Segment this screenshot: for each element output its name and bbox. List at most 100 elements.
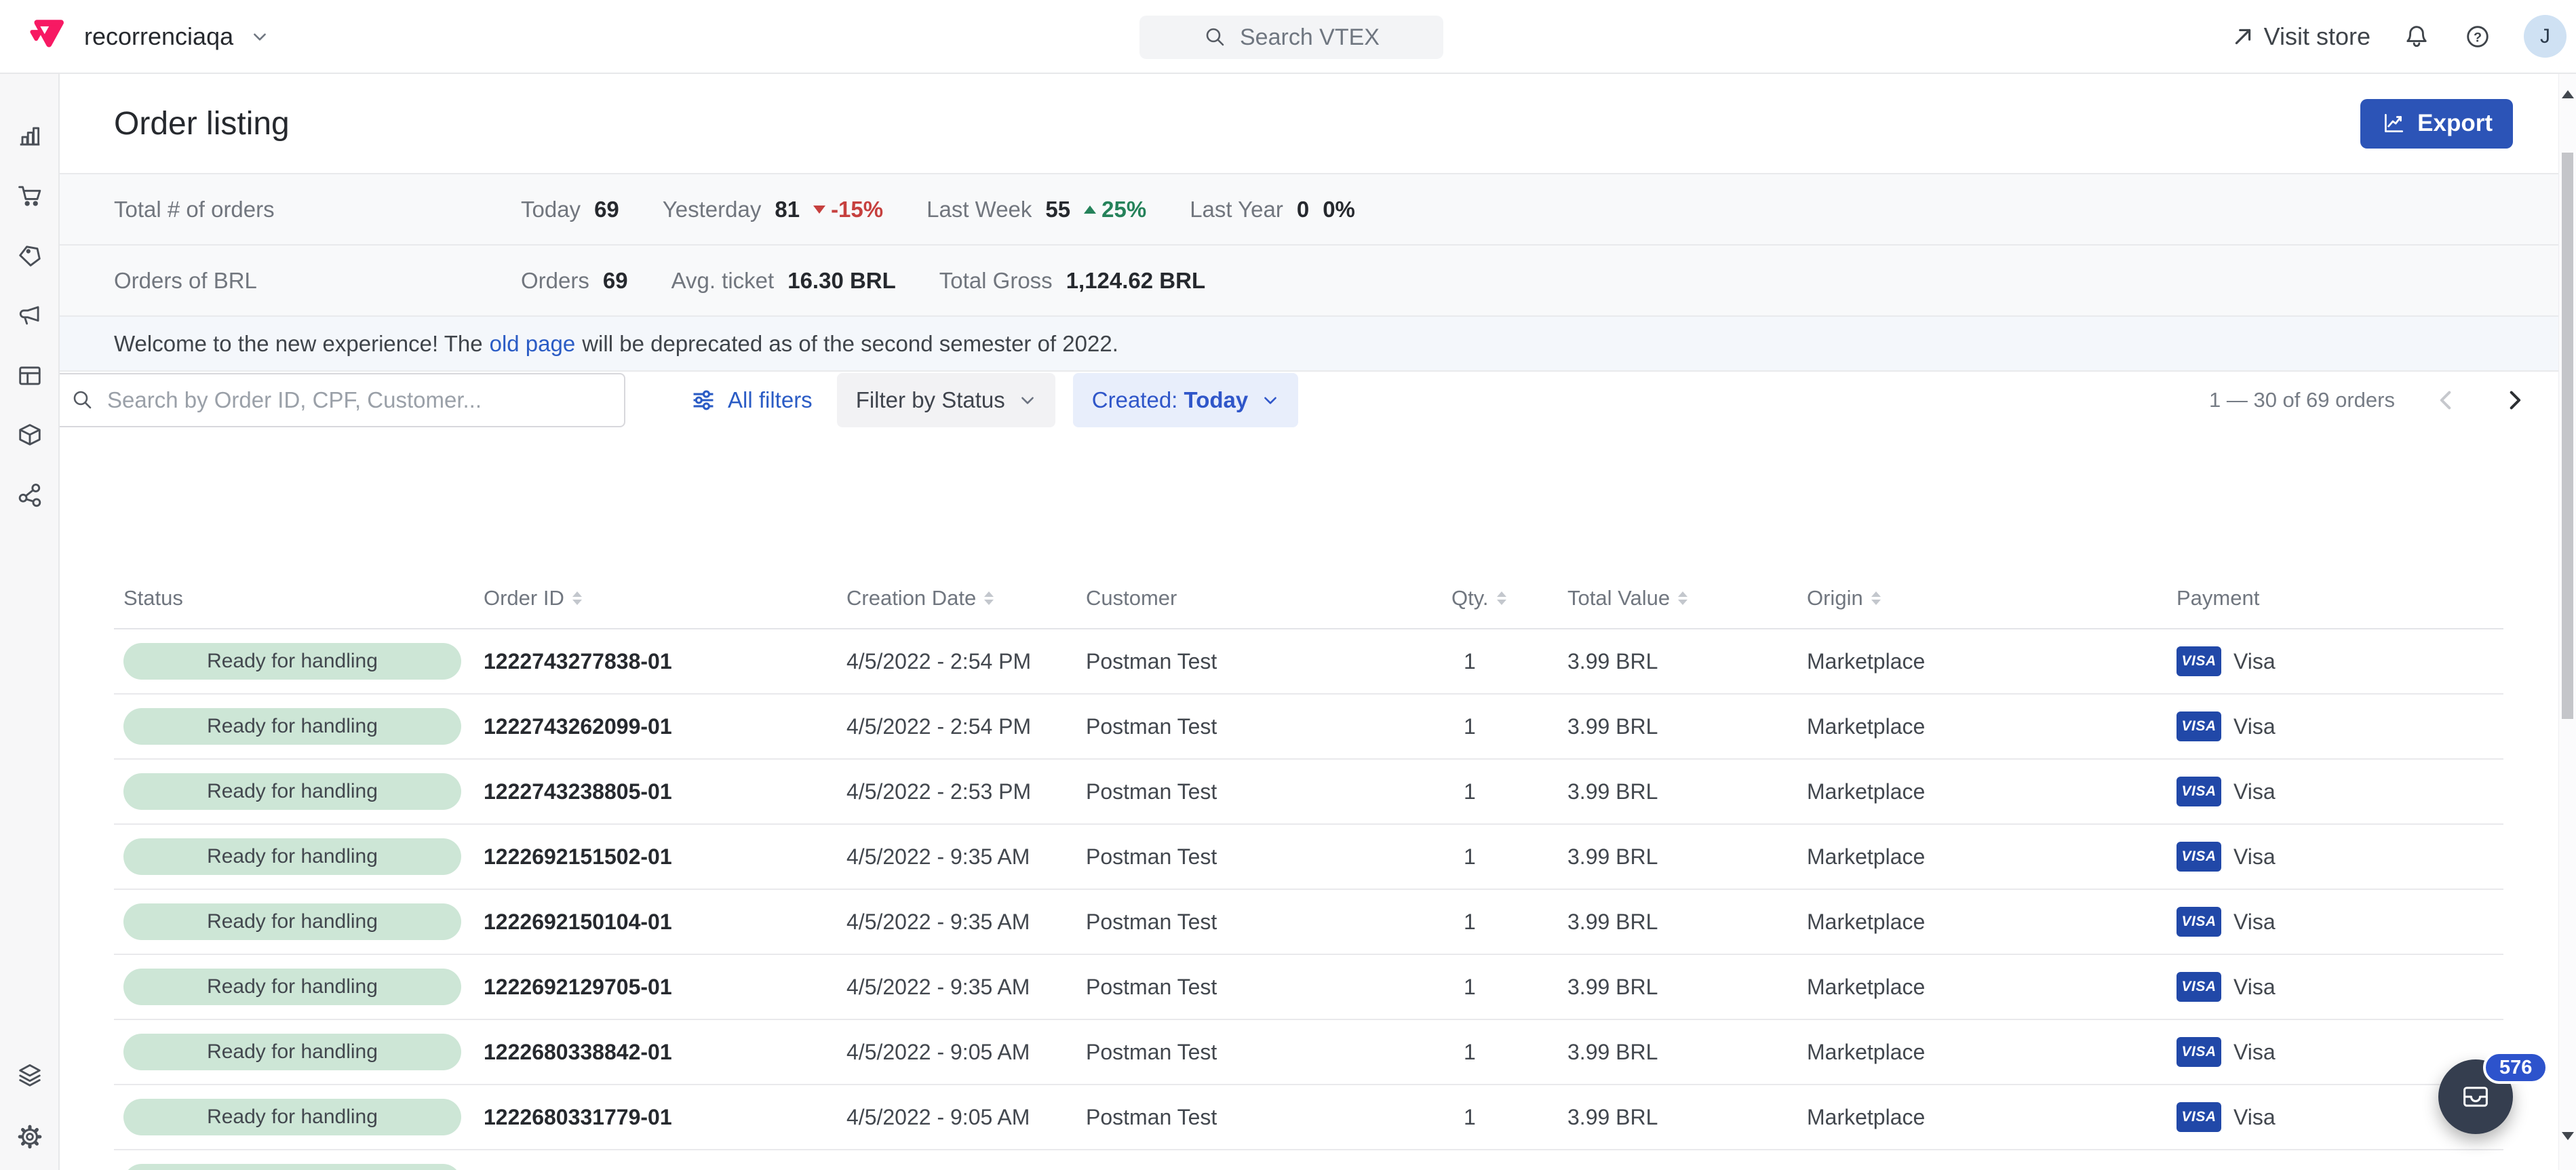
qty-cell: 1 bbox=[1442, 1105, 1558, 1130]
table-row[interactable]: Ready for handling 1222743262099-01 4/5/… bbox=[114, 695, 2503, 760]
notifications-button[interactable] bbox=[2402, 22, 2432, 52]
chevron-right-icon bbox=[2501, 387, 2528, 414]
export-button[interactable]: Export bbox=[2360, 99, 2513, 149]
svg-text:?: ? bbox=[2474, 30, 2482, 45]
scroll-down-arrow-icon[interactable] bbox=[2562, 1132, 2574, 1140]
stat-row-label: Orders of BRL bbox=[114, 268, 521, 294]
payment-method-label: Visa bbox=[2233, 844, 2276, 870]
all-filters-button[interactable]: All filters bbox=[690, 387, 813, 414]
customer-cell: Postman Test bbox=[1076, 1040, 1442, 1065]
metric-today: Today 69 bbox=[521, 197, 619, 222]
scroll-up-arrow-icon[interactable] bbox=[2562, 90, 2574, 98]
visit-store-button[interactable]: Visit store bbox=[2231, 22, 2370, 51]
payment-cell: VISA Visa bbox=[2167, 1037, 2503, 1067]
trend-down-icon bbox=[813, 206, 825, 214]
col-total-value[interactable]: Total Value bbox=[1558, 586, 1797, 610]
user-avatar[interactable]: J bbox=[2524, 15, 2567, 58]
col-qty[interactable]: Qty. bbox=[1442, 586, 1558, 610]
old-page-link[interactable]: old page bbox=[490, 331, 576, 357]
visa-chip: VISA bbox=[2177, 842, 2221, 872]
table-row[interactable]: Ready for handling 1222692151502-01 4/5/… bbox=[114, 825, 2503, 890]
trend-up-icon bbox=[1084, 206, 1096, 214]
table-row[interactable]: Ready for handling 1222692150104-01 4/5/… bbox=[114, 890, 2503, 955]
order-id-cell: 1222692129705-01 bbox=[474, 975, 837, 1000]
table-row[interactable]: Ready for handling 1222680331779-01 4/5/… bbox=[114, 1085, 2503, 1150]
orders-brl-stats: Orders of BRL Orders 69 Avg. ticket 16.3… bbox=[60, 244, 2558, 315]
megaphone-icon[interactable] bbox=[15, 300, 45, 330]
help-icon: ? bbox=[2463, 22, 2493, 52]
customer-cell: Postman Test bbox=[1076, 649, 1442, 674]
total-value-cell: 3.99 BRL bbox=[1558, 975, 1797, 1000]
order-id-cell: 1222680338842-01 bbox=[474, 1040, 837, 1065]
origin-cell: Marketplace bbox=[1797, 649, 2167, 674]
account-switcher[interactable]: recorrenciaqa bbox=[0, 17, 269, 56]
col-creation-date[interactable]: Creation Date bbox=[837, 586, 1076, 610]
inbox-fab-button[interactable]: 576 bbox=[2438, 1059, 2513, 1134]
storefront-layout-icon[interactable] bbox=[15, 361, 45, 391]
created-filter-chip[interactable]: Created: Today bbox=[1073, 373, 1298, 427]
stat-row-label: Total # of orders bbox=[114, 197, 521, 222]
qty-cell: 1 bbox=[1442, 975, 1558, 1000]
gear-icon[interactable] bbox=[15, 1122, 45, 1152]
payment-cell: VISA Visa bbox=[2167, 646, 2503, 676]
shopping-cart-icon[interactable] bbox=[15, 181, 45, 211]
qty-cell: 1 bbox=[1442, 1040, 1558, 1065]
total-value-cell: 3.99 BRL bbox=[1558, 1040, 1797, 1065]
creation-date-cell: 4/5/2022 - 9:35 AM bbox=[837, 975, 1076, 1000]
creation-date-cell: 4/5/2022 - 2:54 PM bbox=[837, 649, 1076, 674]
order-id-cell: 1222692150104-01 bbox=[474, 910, 837, 935]
creation-date-cell: 4/5/2022 - 9:35 AM bbox=[837, 910, 1076, 935]
global-search-placeholder: Search VTEX bbox=[1240, 24, 1380, 51]
order-search-input[interactable] bbox=[54, 373, 625, 427]
order-search-wrap bbox=[54, 373, 625, 427]
customer-cell: Postman Test bbox=[1076, 1105, 1442, 1130]
vertical-scrollbar[interactable] bbox=[2558, 74, 2576, 1170]
customer-cell: Postman Test bbox=[1076, 714, 1442, 739]
tag-icon[interactable] bbox=[15, 241, 45, 271]
table-row[interactable]: Ready for handling 1222680338842-01 4/5/… bbox=[114, 1020, 2503, 1085]
table-row[interactable]: Ready for handling 1222743238805-01 4/5/… bbox=[114, 760, 2503, 825]
share-network-icon[interactable] bbox=[15, 481, 45, 511]
col-order-id[interactable]: Order ID bbox=[474, 586, 837, 610]
origin-cell: Marketplace bbox=[1797, 910, 2167, 935]
status-badge: Ready for handling bbox=[123, 903, 461, 940]
customer-cell: Postman Test bbox=[1076, 975, 1442, 1000]
scrollbar-thumb[interactable] bbox=[2562, 153, 2573, 719]
qty-cell: 1 bbox=[1442, 649, 1558, 674]
col-payment: Payment bbox=[2167, 586, 2503, 610]
bar-chart-icon[interactable] bbox=[15, 121, 45, 151]
cube-icon[interactable] bbox=[15, 421, 45, 450]
total-value-cell: 3.99 BRL bbox=[1558, 649, 1797, 674]
col-origin[interactable]: Origin bbox=[1797, 586, 2167, 610]
layers-icon[interactable] bbox=[15, 1061, 45, 1091]
col-status: Status bbox=[114, 586, 474, 610]
origin-cell: Marketplace bbox=[1797, 1105, 2167, 1130]
all-filters-label: All filters bbox=[728, 387, 813, 413]
table-row[interactable]: Ready for handling 1222743277838-01 4/5/… bbox=[114, 629, 2503, 695]
creation-date-cell: 4/5/2022 - 9:05 AM bbox=[837, 1105, 1076, 1130]
payment-method-label: Visa bbox=[2233, 910, 2276, 935]
next-page-button[interactable] bbox=[2498, 384, 2531, 416]
prev-page-button[interactable] bbox=[2430, 384, 2463, 416]
origin-cell: Marketplace bbox=[1797, 1040, 2167, 1065]
customer-cell: Postman Test bbox=[1076, 779, 1442, 804]
table-row[interactable]: Ready for handling VISA bbox=[114, 1150, 2503, 1170]
sort-icon bbox=[1497, 591, 1506, 605]
visa-chip: VISA bbox=[2177, 907, 2221, 937]
total-value-cell: 3.99 BRL bbox=[1558, 910, 1797, 935]
orders-table: Status Order ID Creation Date Customer Q… bbox=[114, 568, 2503, 1170]
sort-icon bbox=[1678, 591, 1687, 605]
customer-cell: Postman Test bbox=[1076, 910, 1442, 935]
metric-total-gross: Total Gross 1,124.62 BRL bbox=[939, 268, 1205, 294]
total-value-cell: 3.99 BRL bbox=[1558, 1105, 1797, 1130]
creation-date-cell: 4/5/2022 - 2:54 PM bbox=[837, 714, 1076, 739]
table-row[interactable]: Ready for handling 1222692129705-01 4/5/… bbox=[114, 955, 2503, 1020]
deprecation-banner: Welcome to the new experience! The old p… bbox=[60, 315, 2558, 372]
col-customer: Customer bbox=[1076, 586, 1442, 610]
payment-method-label: Visa bbox=[2233, 779, 2276, 804]
status-filter-chip[interactable]: Filter by Status bbox=[837, 373, 1055, 427]
creation-date-cell: 4/5/2022 - 2:53 PM bbox=[837, 779, 1076, 804]
global-search[interactable]: Search VTEX bbox=[1139, 16, 1443, 59]
help-button[interactable]: ? bbox=[2463, 22, 2493, 52]
sort-icon bbox=[984, 591, 994, 605]
